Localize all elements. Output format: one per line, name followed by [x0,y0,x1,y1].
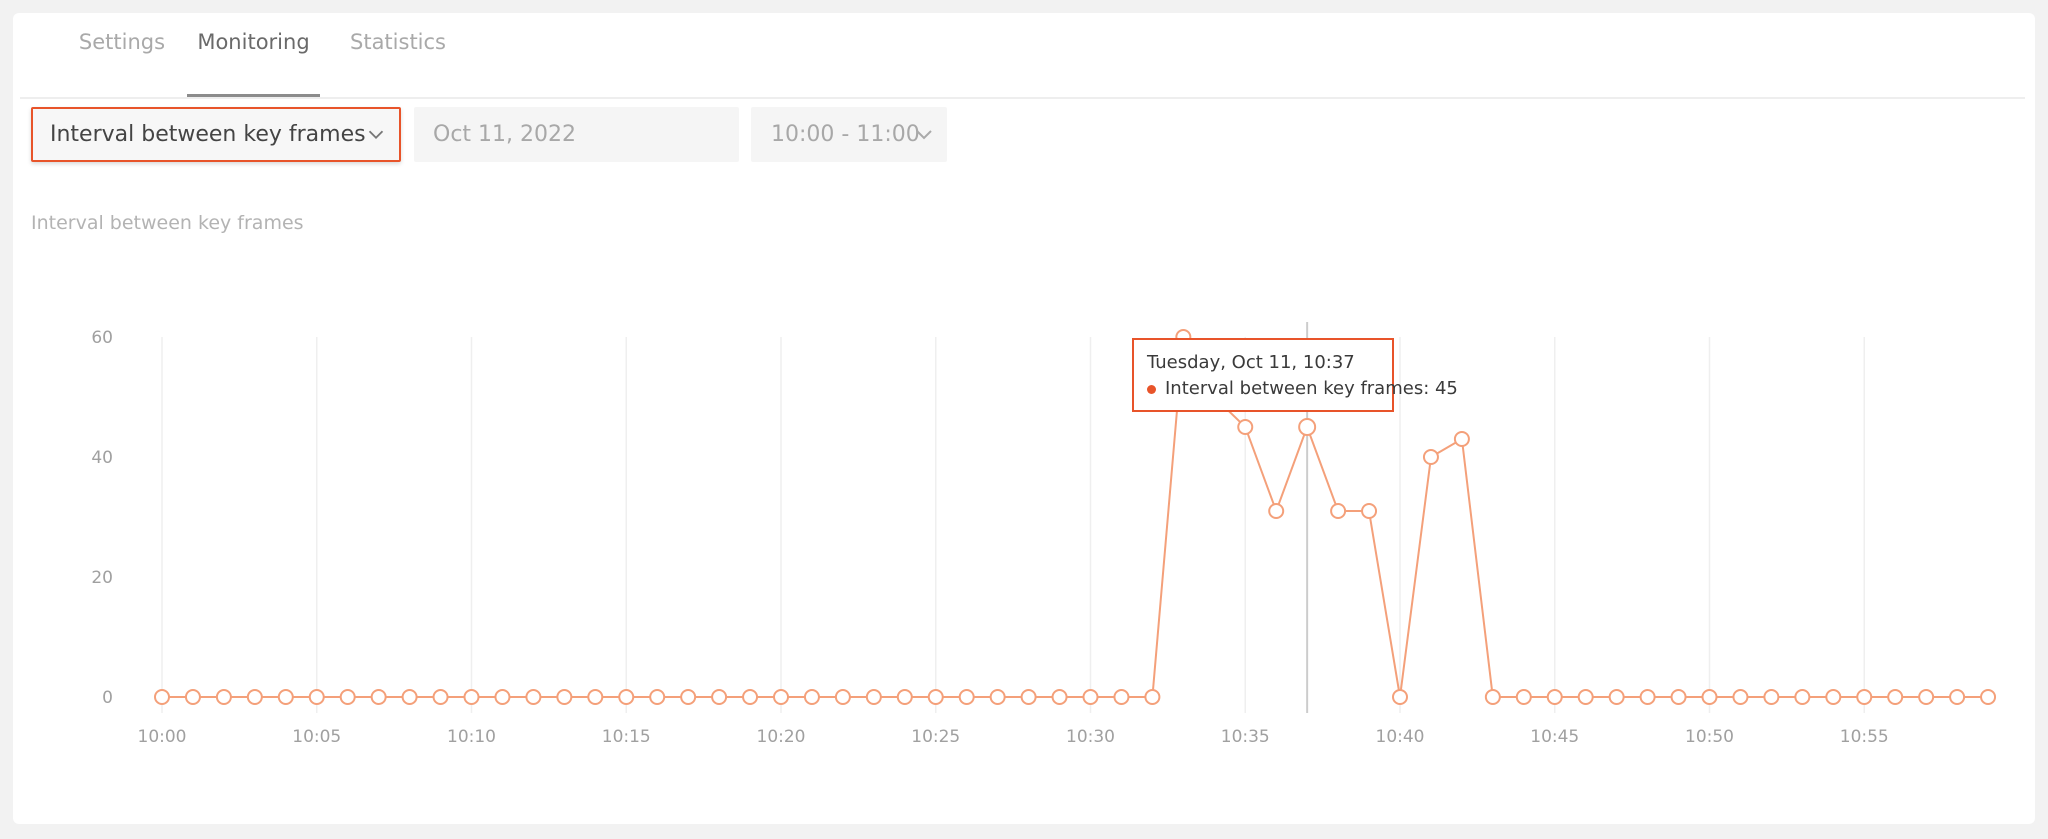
data-point [1082,689,1099,705]
x-tick-label: 10:35 [1221,727,1270,747]
data-point [1887,689,1904,705]
x-tick-label: 10:05 [292,727,341,747]
data-point [1670,689,1687,705]
data-point [1825,689,1842,705]
data-point [803,689,820,705]
tooltip-row: Interval between key frames: 45 [1147,376,1458,402]
data-point [1732,689,1749,705]
data-point [1020,689,1037,705]
tooltip-title: Tuesday, Oct 11, 10:37 [1147,352,1355,373]
x-tick-label: 10:55 [1840,727,1889,747]
data-point [649,689,666,705]
x-tick-label: 10:45 [1530,727,1579,747]
x-tick-label: 10:00 [138,727,187,747]
data-point [277,689,294,705]
data-point [865,689,882,705]
x-tick-label: 10:10 [447,727,496,747]
x-tick-label: 10:15 [602,727,651,747]
data-point [1237,419,1254,435]
data-point [463,689,480,705]
data-point [525,689,542,705]
data-point [927,689,944,705]
data-point [1918,689,1935,705]
data-point [154,689,170,705]
series-line [162,333,1988,698]
series-dot-icon [1147,384,1156,394]
data-point [1298,418,1317,436]
data-point [1639,689,1656,705]
data-point [1794,689,1811,705]
tooltip-value: Interval between key frames: 45 [1165,378,1458,399]
data-point [1701,689,1718,705]
data-point [1144,689,1161,705]
y-tick-label: 0 [102,688,113,708]
data-point [834,689,851,705]
data-point [1453,431,1470,447]
data-point [1422,449,1439,465]
data-point [989,689,1006,705]
data-point [1515,689,1532,705]
data-point [401,689,418,705]
data-point [742,689,759,705]
data-point [339,689,356,705]
data-point [618,689,635,705]
data-point [1330,503,1347,519]
x-tick-label: 10:50 [1685,727,1734,747]
x-tick-label: 10:25 [911,727,960,747]
chart-tooltip: Tuesday, Oct 11, 10:37 Interval between … [1132,338,1458,412]
data-point [773,689,789,705]
data-point [896,689,913,705]
data-point [1392,689,1408,705]
data-point [587,689,604,705]
data-point [1608,689,1625,705]
data-point [215,689,232,705]
line-chart: 10:00 10:05 10:10 10:15 10:20 10:25 10:30 10:35… [91,322,1997,747]
data-point [1268,503,1285,519]
data-point [958,689,975,705]
data-point [1577,689,1594,705]
data-point [494,689,511,705]
y-tick-label: 20 [91,568,113,588]
data-point [1546,689,1563,705]
y-tick-label: 60 [91,328,113,348]
x-tick-label: 10:30 [1066,727,1115,747]
y-tick-label: 40 [91,448,113,468]
data-point [1113,689,1130,705]
data-point [1051,689,1068,705]
data-point [184,689,201,705]
data-point [1763,689,1780,705]
data-point [1361,503,1378,519]
data-point [1484,689,1501,705]
data-point [711,689,728,705]
data-point [1980,689,1997,705]
data-point [680,689,697,705]
data-point [1856,689,1873,705]
data-point [556,689,573,705]
data-point [1949,689,1966,705]
x-tick-label: 10:20 [757,727,806,747]
x-tick-label: 10:40 [1376,727,1425,747]
data-point [370,689,387,705]
data-point [246,689,263,705]
data-point [432,689,449,705]
data-point [308,689,325,705]
